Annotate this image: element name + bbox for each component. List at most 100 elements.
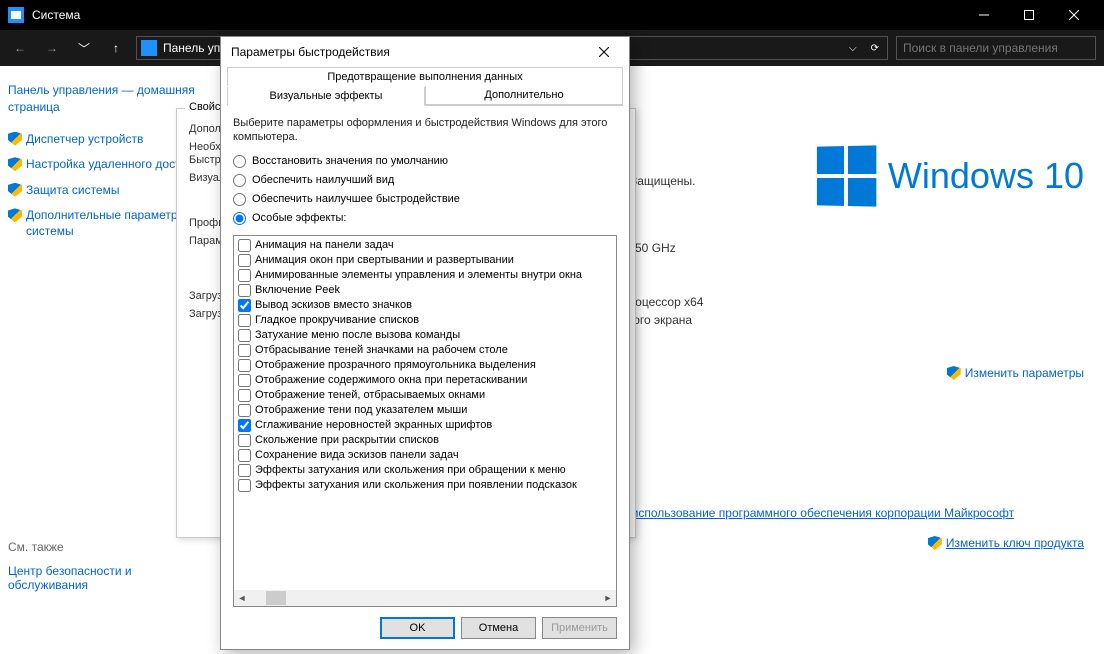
scroll-left-arrow[interactable]: ◄ bbox=[234, 590, 250, 606]
radio-option-0[interactable]: Восстановить значения по умолчанию bbox=[233, 155, 617, 168]
check-option-7[interactable]: Отбрасывание теней значками на рабочем с… bbox=[238, 343, 596, 358]
radio-input[interactable] bbox=[233, 155, 246, 168]
scroll-thumb[interactable] bbox=[266, 591, 286, 605]
check-option-8[interactable]: Отображение прозрачного прямоугольника в… bbox=[238, 358, 596, 373]
checkbox-input[interactable] bbox=[238, 254, 251, 267]
window-titlebar: Система bbox=[0, 0, 1104, 30]
windows-logo: Windows 10 bbox=[816, 146, 1084, 206]
check-option-9[interactable]: Отображение содержимого окна при перетас… bbox=[238, 373, 596, 388]
ok-button[interactable]: OK bbox=[380, 617, 455, 639]
rights-text: Защищены. bbox=[630, 174, 696, 188]
cancel-button[interactable]: Отмена bbox=[461, 617, 536, 639]
check-option-2[interactable]: Анимированные элементы управления и элем… bbox=[238, 268, 596, 283]
horizontal-scrollbar[interactable]: ◄ ► bbox=[234, 590, 616, 606]
checkbox-input[interactable] bbox=[238, 284, 251, 297]
checkbox-input[interactable] bbox=[238, 434, 251, 447]
check-option-16[interactable]: Эффекты затухания или скольжения при поя… bbox=[238, 478, 596, 493]
up-button[interactable]: ↑ bbox=[104, 36, 128, 60]
checkbox-input[interactable] bbox=[238, 344, 251, 357]
shield-icon bbox=[8, 132, 22, 146]
location-icon bbox=[141, 40, 157, 56]
tab-dep[interactable]: Предотвращение выполнения данных bbox=[227, 67, 623, 86]
checkbox-label: Сглаживание неровностей экранных шрифтов bbox=[255, 419, 492, 431]
checkbox-input[interactable] bbox=[238, 239, 251, 252]
check-option-14[interactable]: Сохранение вида эскизов панели задач bbox=[238, 448, 596, 463]
checkbox-input[interactable] bbox=[238, 314, 251, 327]
close-button[interactable] bbox=[1051, 0, 1096, 30]
radio-label: Особые эффекты: bbox=[252, 212, 346, 224]
checkbox-label: Включение Peek bbox=[255, 284, 340, 296]
sidebar-link-device-manager[interactable]: Диспетчер устройств bbox=[26, 132, 143, 148]
forward-button[interactable]: → bbox=[40, 36, 64, 60]
checkbox-input[interactable] bbox=[238, 359, 251, 372]
shield-icon bbox=[8, 208, 22, 222]
check-option-10[interactable]: Отображение теней, отбрасываемых окнами bbox=[238, 388, 596, 403]
shield-icon bbox=[928, 536, 942, 550]
refresh-icon[interactable]: ⟳ bbox=[867, 43, 883, 54]
radio-input[interactable] bbox=[233, 212, 246, 225]
radio-label: Обеспечить наилучший вид bbox=[252, 174, 394, 186]
checkbox-label: Вывод эскизов вместо значков bbox=[255, 299, 412, 311]
sidebar-link-remote[interactable]: Настройка удаленного доступа bbox=[26, 157, 200, 173]
radio-option-3[interactable]: Особые эффекты: bbox=[233, 212, 617, 225]
check-option-1[interactable]: Анимация окон при свертывании и разверты… bbox=[238, 253, 596, 268]
checkbox-input[interactable] bbox=[238, 389, 251, 402]
checkbox-label: Эффекты затухания или скольжения при поя… bbox=[255, 479, 577, 491]
window-title: Система bbox=[32, 8, 961, 22]
effects-checklist: Анимация на панели задач Анимация окон пр… bbox=[233, 235, 617, 607]
checkbox-input[interactable] bbox=[238, 449, 251, 462]
check-option-13[interactable]: Скольжение при раскрытии списков bbox=[238, 433, 596, 448]
change-key-link[interactable]: Изменить ключ продукта bbox=[928, 536, 1084, 550]
chevron-down-icon[interactable]: ⌵ bbox=[845, 43, 861, 54]
change-params-link[interactable]: Изменить параметры bbox=[947, 366, 1084, 380]
performance-options-dialog: Параметры быстродействия Предотвращение … bbox=[220, 36, 630, 650]
scroll-right-arrow[interactable]: ► bbox=[600, 590, 616, 606]
close-icon[interactable] bbox=[589, 37, 619, 67]
check-option-0[interactable]: Анимация на панели задач bbox=[238, 238, 596, 253]
checkbox-input[interactable] bbox=[238, 479, 251, 492]
radio-input[interactable] bbox=[233, 193, 246, 206]
checkbox-label: Анимация на панели задач bbox=[255, 239, 394, 251]
security-center-link[interactable]: Центр безопасности и обслуживания bbox=[8, 564, 202, 592]
back-button[interactable]: ← bbox=[8, 36, 32, 60]
checkbox-input[interactable] bbox=[238, 464, 251, 477]
apply-button[interactable]: Применить bbox=[542, 617, 617, 639]
checkbox-label: Затухание меню после вызова команды bbox=[255, 329, 460, 341]
check-option-12[interactable]: Сглаживание неровностей экранных шрифтов bbox=[238, 418, 596, 433]
checkbox-label: Отображение теней, отбрасываемых окнами bbox=[255, 389, 485, 401]
checkbox-label: Отбрасывание теней значками на рабочем с… bbox=[255, 344, 508, 356]
radio-label: Восстановить значения по умолчанию bbox=[252, 155, 448, 167]
minimize-button[interactable] bbox=[961, 0, 1006, 30]
check-option-3[interactable]: Включение Peek bbox=[238, 283, 596, 298]
sidebar-link-protection[interactable]: Защита системы bbox=[26, 183, 119, 199]
tab-visual-effects[interactable]: Визуальные эффекты bbox=[227, 87, 425, 106]
check-option-6[interactable]: Затухание меню после вызова команды bbox=[238, 328, 596, 343]
checkbox-input[interactable] bbox=[238, 404, 251, 417]
radio-option-1[interactable]: Обеспечить наилучший вид bbox=[233, 174, 617, 187]
maximize-button[interactable] bbox=[1006, 0, 1051, 30]
intro-text: Выберите параметры оформления и быстроде… bbox=[233, 116, 617, 145]
checkbox-label: Эффекты затухания или скольжения при обр… bbox=[255, 464, 566, 476]
tab-advanced[interactable]: Дополнительно bbox=[425, 86, 623, 105]
brand-text: Windows 10 bbox=[888, 155, 1084, 197]
check-option-5[interactable]: Гладкое прокручивание списков bbox=[238, 313, 596, 328]
radio-input[interactable] bbox=[233, 174, 246, 187]
control-panel-home-link[interactable]: Панель управления — домашняя страница bbox=[8, 82, 202, 116]
check-option-11[interactable]: Отображение тени под указателем мыши bbox=[238, 403, 596, 418]
checkbox-input[interactable] bbox=[238, 269, 251, 282]
check-option-4[interactable]: Вывод эскизов вместо значков bbox=[238, 298, 596, 313]
recent-dropdown[interactable]: ﹀ bbox=[72, 36, 96, 60]
shield-icon bbox=[947, 366, 961, 380]
checkbox-input[interactable] bbox=[238, 299, 251, 312]
license-link[interactable]: на использование программного обеспечени… bbox=[615, 506, 1014, 520]
checkbox-label: Анимированные элементы управления и элем… bbox=[255, 269, 582, 281]
search-input[interactable] bbox=[903, 41, 1089, 55]
checkbox-label: Отображение содержимого окна при перетас… bbox=[255, 374, 527, 386]
checkbox-input[interactable] bbox=[238, 329, 251, 342]
radio-option-2[interactable]: Обеспечить наилучшее быстродействие bbox=[233, 193, 617, 206]
search-box[interactable] bbox=[896, 36, 1096, 60]
checkbox-input[interactable] bbox=[238, 374, 251, 387]
check-option-15[interactable]: Эффекты затухания или скольжения при обр… bbox=[238, 463, 596, 478]
checkbox-input[interactable] bbox=[238, 419, 251, 432]
see-also-label: См. также bbox=[8, 540, 202, 554]
